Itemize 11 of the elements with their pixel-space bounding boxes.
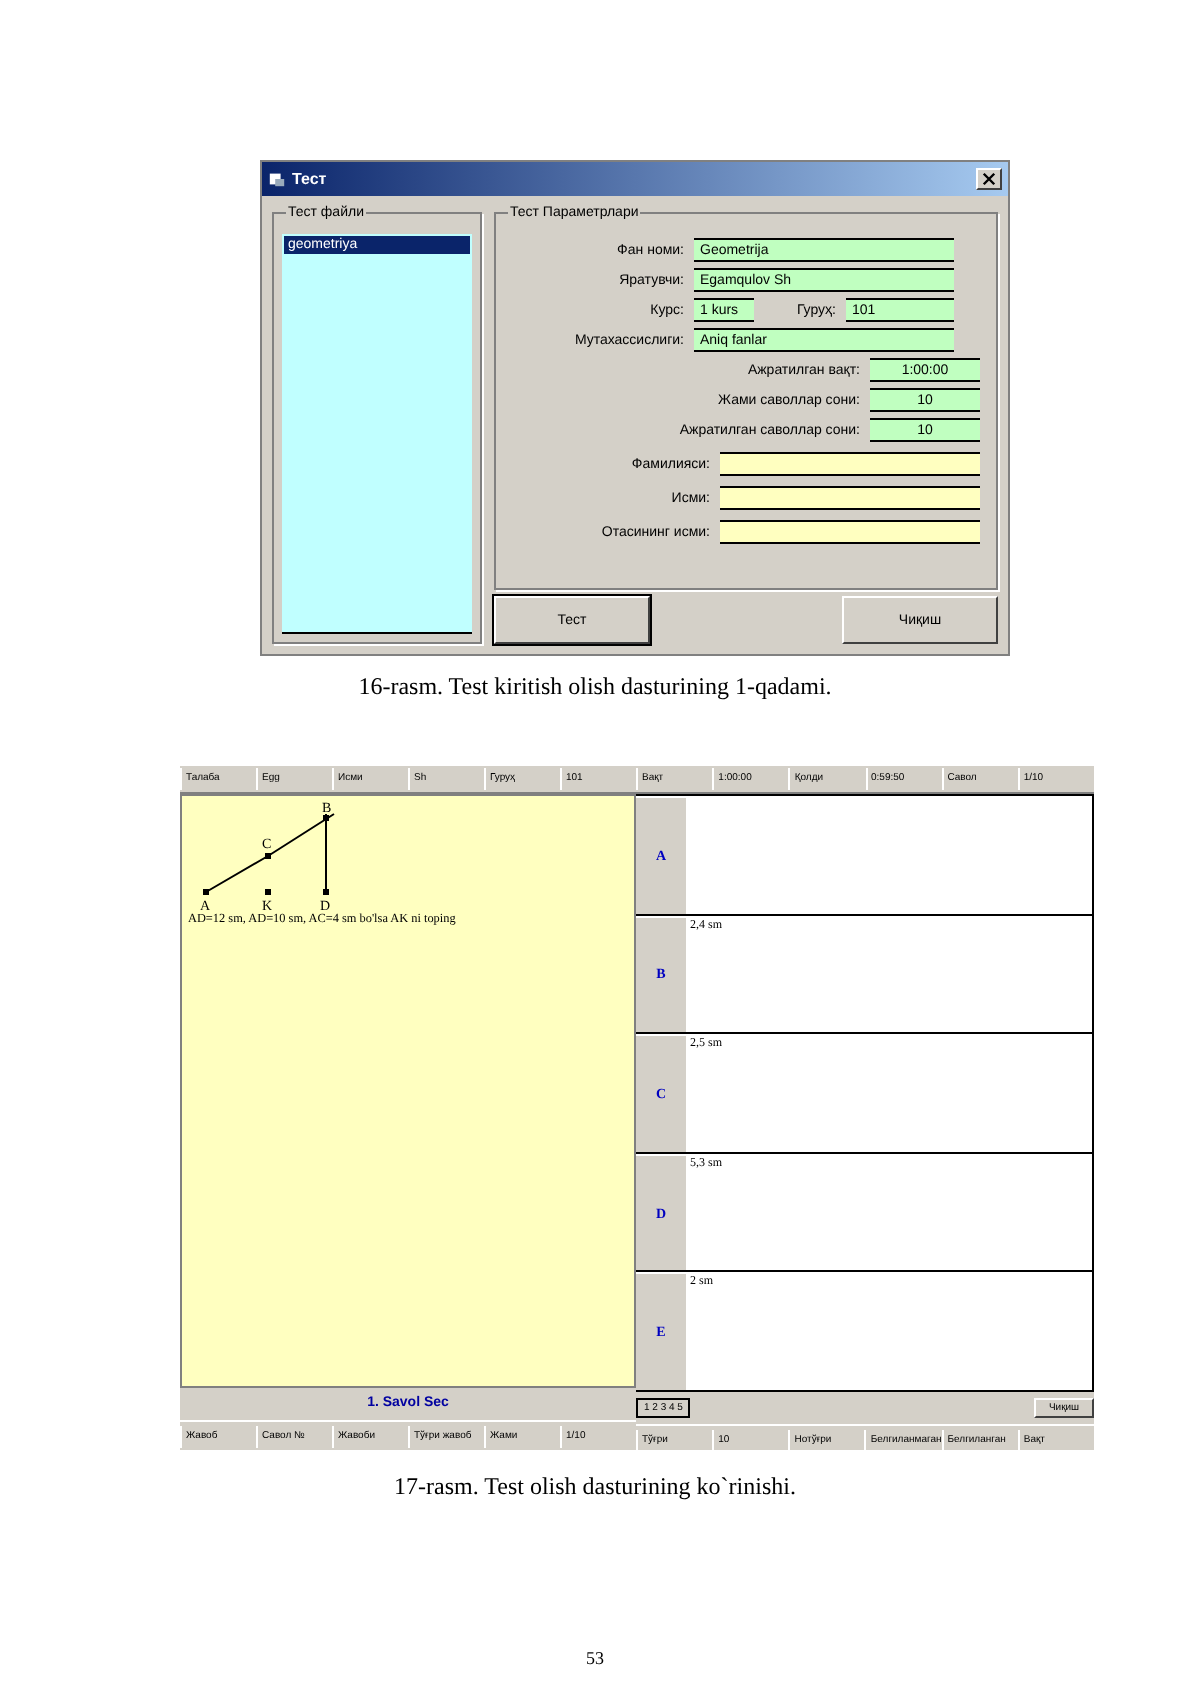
input-field[interactable]: [720, 520, 980, 544]
answer-cell[interactable]: [686, 796, 1092, 914]
close-button[interactable]: [976, 168, 1002, 190]
figure-caption: 17-rasm. Test olish dasturining ko`rinishi.: [392, 1472, 798, 1502]
app-icon: [268, 170, 286, 188]
input-field[interactable]: [720, 486, 980, 510]
figure-caption: 16-rasm. Test kiritish olish dasturining 1-qadami.: [356, 672, 834, 702]
input-field[interactable]: [720, 452, 980, 476]
close-icon: [982, 172, 996, 186]
page-number: 53: [584, 1648, 606, 1668]
window-title: Тест: [292, 170, 329, 188]
